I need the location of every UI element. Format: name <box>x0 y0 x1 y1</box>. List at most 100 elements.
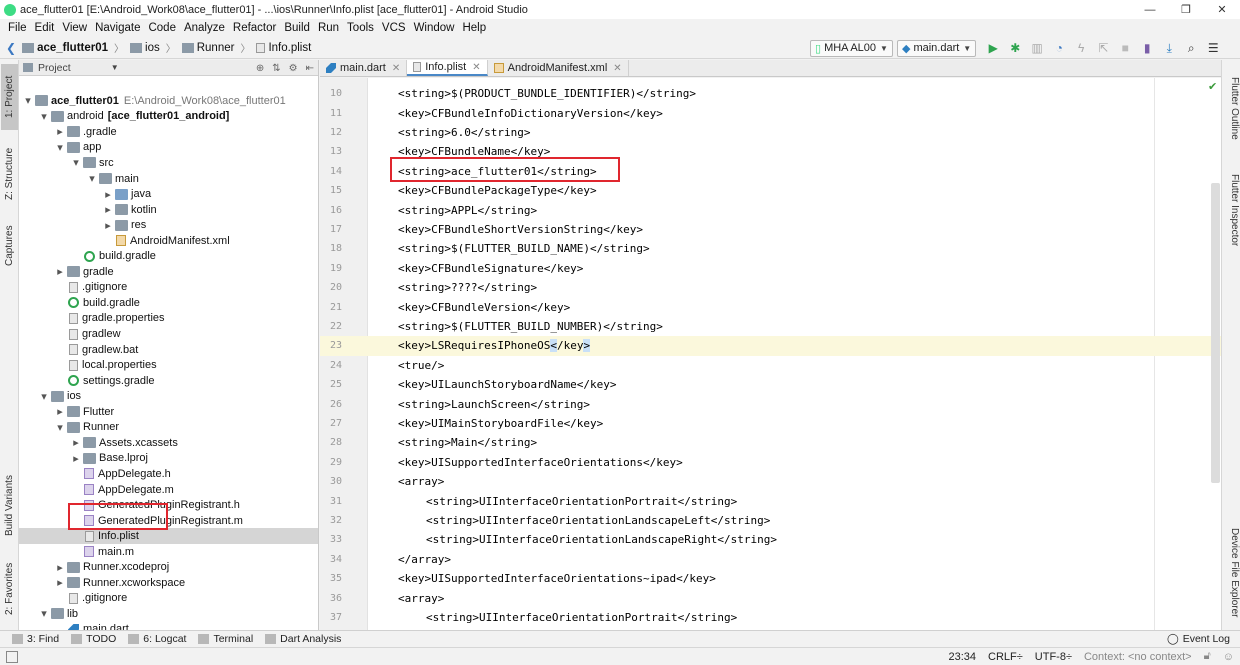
tree-item[interactable]: ▾ android [ace_flutter01_android] <box>19 109 318 125</box>
tree-item[interactable]: ▸ res <box>19 217 318 233</box>
tree-item[interactable]: .gitignore <box>19 591 318 607</box>
code-editor[interactable]: 10 <string>$(PRODUCT_BUNDLE_IDENTIFIER)</… <box>320 78 1221 630</box>
tool-windows-toggle-icon[interactable] <box>6 651 18 663</box>
tool-window-button[interactable]: Terminal <box>198 633 253 645</box>
locate-icon[interactable]: ⊕ <box>256 63 264 74</box>
tree-item[interactable]: Info.plist <box>19 528 318 544</box>
collapsed-arrow-icon[interactable]: ▸ <box>103 188 113 201</box>
tree-item[interactable]: gradlew <box>19 326 318 342</box>
menu-window[interactable]: Window <box>410 22 459 34</box>
tree-item[interactable]: local.properties <box>19 357 318 373</box>
tree-item[interactable]: ▸ .gradle <box>19 124 318 140</box>
editor-tab[interactable]: AndroidManifest.xml ✕ <box>488 60 629 76</box>
hot-restart-icon[interactable]: ϟ <box>1072 39 1090 57</box>
menu-view[interactable]: View <box>58 22 91 34</box>
search-icon[interactable]: ⌕ <box>1182 39 1200 57</box>
tree-item[interactable]: ▾ main <box>19 171 318 187</box>
hector-icon[interactable]: ☺ <box>1223 651 1234 663</box>
collapsed-arrow-icon[interactable]: ▸ <box>55 561 65 574</box>
collapse-icon[interactable]: ⇅ <box>272 63 280 74</box>
collapsed-arrow-icon[interactable]: ▸ <box>55 125 65 138</box>
device-selector[interactable]: ▯ MHA AL00 ▼ <box>810 39 893 57</box>
tool-window-button[interactable]: 6: Logcat <box>128 633 186 645</box>
menu-tools[interactable]: Tools <box>343 22 378 34</box>
tool-window-button[interactable]: TODO <box>71 633 116 645</box>
breadcrumb-file[interactable]: Info.plist <box>256 42 311 54</box>
favorites-tool-tab[interactable]: 2: Favorites <box>1 558 18 620</box>
tree-item[interactable]: ▸ Base.lproj <box>19 451 318 467</box>
collapsed-arrow-icon[interactable]: ▸ <box>55 265 65 278</box>
profile-icon[interactable]: ▥ <box>1028 39 1046 57</box>
close-icon[interactable]: ✕ <box>392 63 400 74</box>
gear-icon[interactable]: ⚙ <box>289 63 298 74</box>
tool-window-button[interactable]: Dart Analysis <box>265 633 341 645</box>
inspection-ok-icon[interactable]: ✔ <box>1208 80 1217 93</box>
structure-tool-tab[interactable]: Z: Structure <box>1 138 18 210</box>
tree-item[interactable]: AppDelegate.h <box>19 466 318 482</box>
tree-item[interactable]: ▸ java <box>19 186 318 202</box>
tree-item[interactable]: ▸ kotlin <box>19 202 318 218</box>
back-arrow-icon[interactable]: ❮ <box>6 41 16 55</box>
menu-build[interactable]: Build <box>280 22 314 34</box>
device-file-explorer-tool-tab[interactable]: Device File Explorer <box>1223 520 1240 626</box>
flutter-outline-tool-tab[interactable]: Flutter Outline <box>1223 66 1240 150</box>
collapsed-arrow-icon[interactable]: ▸ <box>71 436 81 449</box>
editor-tab[interactable]: Info.plist ✕ <box>407 60 488 76</box>
debug-icon[interactable]: ✱ <box>1006 39 1024 57</box>
menu-vcs[interactable]: VCS <box>378 22 410 34</box>
close-icon[interactable]: ✕ <box>472 62 480 73</box>
expanded-arrow-icon[interactable]: ▾ <box>39 390 49 403</box>
tree-item[interactable]: ▾ app <box>19 140 318 156</box>
editor-tab[interactable]: main.dart ✕ <box>320 60 408 76</box>
collapsed-arrow-icon[interactable]: ▸ <box>71 452 81 465</box>
avd-manager-icon[interactable]: ▮ <box>1138 39 1156 57</box>
tree-item[interactable]: ▾ ios <box>19 388 318 404</box>
tree-item[interactable]: gradlew.bat <box>19 342 318 358</box>
tree-item[interactable]: ▸ Flutter <box>19 404 318 420</box>
tree-item[interactable]: build.gradle <box>19 249 318 265</box>
tree-item[interactable]: ▸ Runner.xcodeproj <box>19 560 318 576</box>
project-panel-title[interactable]: Project <box>38 62 71 74</box>
lock-icon[interactable]: 🔓︎ <box>1204 650 1211 663</box>
hide-icon[interactable]: ⇤ <box>306 63 314 74</box>
settings-icon[interactable]: ☰ <box>1204 39 1222 57</box>
tree-item[interactable]: gradle.properties <box>19 311 318 327</box>
tree-item[interactable]: build.gradle <box>19 295 318 311</box>
hot-reload-icon[interactable]: ◔ <box>1050 39 1068 57</box>
collapsed-arrow-icon[interactable]: ▸ <box>103 203 113 216</box>
maximize-button[interactable]: ❐ <box>1168 0 1204 19</box>
build-variants-tool-tab[interactable]: Build Variants <box>1 470 18 542</box>
tree-item[interactable]: GeneratedPluginRegistrant.m <box>19 513 318 529</box>
menu-code[interactable]: Code <box>144 22 180 34</box>
close-icon[interactable]: ✕ <box>613 63 621 74</box>
tree-item[interactable]: settings.gradle <box>19 373 318 389</box>
run-icon[interactable]: ▶ <box>984 39 1002 57</box>
tree-item[interactable]: ▸ Runner.xcworkspace <box>19 575 318 591</box>
caret-position[interactable]: 23:34 <box>948 651 976 663</box>
project-tool-tab[interactable]: 1: Project <box>1 64 18 130</box>
tree-item[interactable]: main.dart <box>19 622 318 630</box>
expanded-arrow-icon[interactable]: ▾ <box>39 110 49 123</box>
target-selector[interactable]: ◆ main.dart ▼ <box>896 39 977 57</box>
captures-tool-tab[interactable]: Captures <box>1 218 18 274</box>
tree-item[interactable]: ▾ src <box>19 155 318 171</box>
expanded-arrow-icon[interactable]: ▾ <box>55 421 65 434</box>
tree-item[interactable]: ▸ gradle <box>19 264 318 280</box>
tree-item[interactable]: ▾ Runner <box>19 420 318 436</box>
menu-refactor[interactable]: Refactor <box>229 22 280 34</box>
tree-item[interactable]: GeneratedPluginRegistrant.h <box>19 497 318 513</box>
expanded-arrow-icon[interactable]: ▾ <box>23 94 33 107</box>
menu-analyze[interactable]: Analyze <box>180 22 229 34</box>
tree-item[interactable]: ▾ lib <box>19 606 318 622</box>
tree-item[interactable]: AndroidManifest.xml <box>19 233 318 249</box>
tree-item[interactable]: AppDelegate.m <box>19 482 318 498</box>
expanded-arrow-icon[interactable]: ▾ <box>39 607 49 620</box>
expanded-arrow-icon[interactable]: ▾ <box>55 141 65 154</box>
flutter-inspector-tool-tab[interactable]: Flutter Inspector <box>1223 164 1240 256</box>
attach-icon[interactable]: ⇱ <box>1094 39 1112 57</box>
close-button[interactable]: ✕ <box>1204 0 1240 19</box>
tree-item[interactable]: ▸ Assets.xcassets <box>19 435 318 451</box>
tree-item[interactable]: ▾ ace_flutter01 E:\Android_Work08\ace_flut… <box>19 93 318 109</box>
chevron-down-icon[interactable]: ▼ <box>111 63 119 72</box>
file-encoding[interactable]: UTF-8÷ <box>1035 651 1072 663</box>
